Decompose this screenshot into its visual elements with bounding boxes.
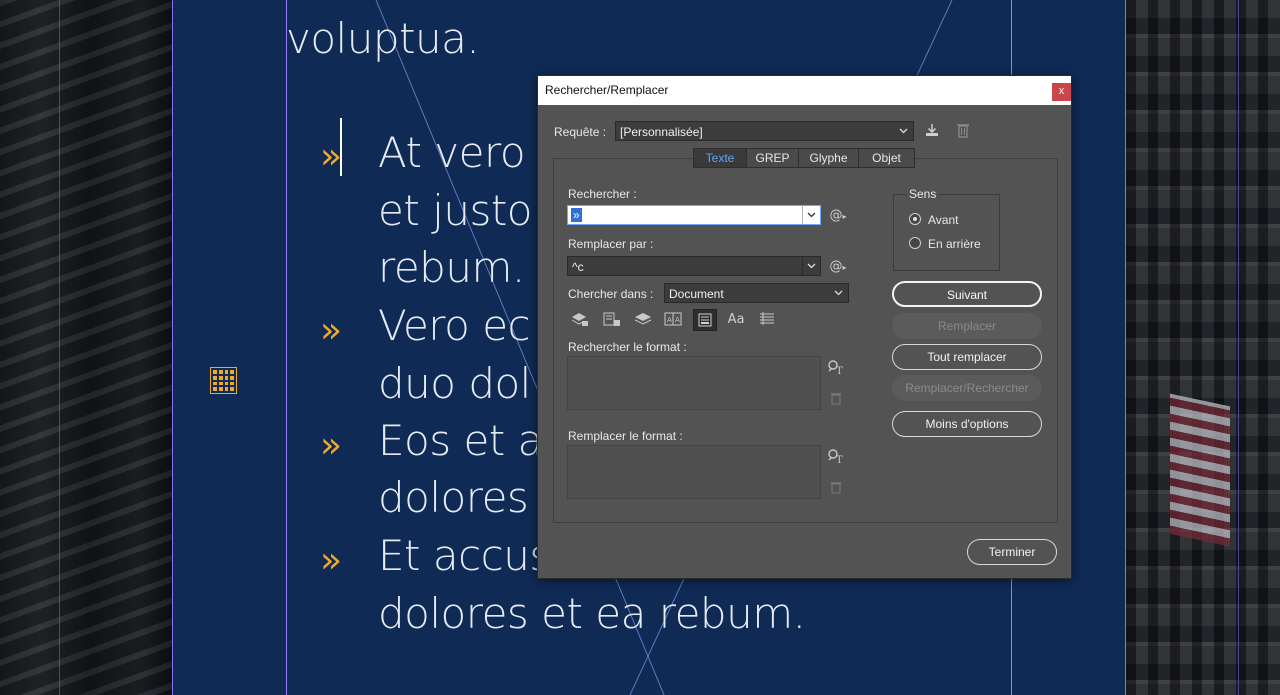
at-icon: @ bbox=[829, 208, 843, 223]
locked-layers-icon[interactable] bbox=[571, 311, 589, 329]
svg-text:T: T bbox=[836, 366, 843, 375]
bullet-glyph: » bbox=[320, 310, 343, 351]
query-select[interactable]: [Personnalisée] bbox=[615, 121, 914, 141]
doc-line: voluptua. bbox=[286, 14, 480, 63]
find-history-dropdown[interactable] bbox=[802, 206, 820, 224]
direction-forward-radio[interactable] bbox=[909, 213, 921, 225]
replace-find-button[interactable]: Remplacer/Rechercher bbox=[892, 375, 1042, 401]
find-format-label: Rechercher le format : bbox=[568, 340, 687, 354]
doc-line: Eos et a bbox=[378, 416, 543, 465]
svg-text:T: T bbox=[836, 455, 843, 464]
close-button[interactable]: x bbox=[1052, 83, 1071, 101]
find-label: Rechercher : bbox=[568, 187, 637, 201]
direction-forward-label[interactable]: Avant bbox=[928, 213, 958, 227]
trash-icon[interactable] bbox=[954, 122, 972, 140]
find-replace-dialog: Rechercher/Remplacer x Requête : [Person… bbox=[537, 75, 1072, 579]
search-in-label: Chercher dans : bbox=[568, 287, 654, 301]
hidden-layers-icon[interactable] bbox=[634, 311, 652, 329]
special-characters-replace-icon[interactable]: @▸ bbox=[829, 258, 847, 276]
replace-button[interactable]: Remplacer bbox=[892, 313, 1042, 339]
done-button[interactable]: Terminer bbox=[967, 539, 1057, 565]
replace-format-label: Remplacer le format : bbox=[568, 429, 683, 443]
clear-replace-format-icon[interactable] bbox=[827, 480, 845, 498]
specify-replace-format-icon[interactable]: T bbox=[827, 448, 845, 466]
doc-line: Vero ec bbox=[378, 301, 531, 350]
search-type-tabs: Texte GREP Glyphe Objet bbox=[693, 148, 915, 168]
doc-line: Et accus bbox=[378, 531, 551, 580]
special-characters-icon[interactable]: @▸ bbox=[829, 207, 847, 225]
bullet-glyph: » bbox=[320, 136, 343, 177]
whole-word-icon[interactable] bbox=[758, 311, 776, 329]
bullet-glyph: » bbox=[320, 540, 343, 581]
specify-find-format-icon[interactable]: T bbox=[827, 359, 845, 377]
search-in-value: Document bbox=[669, 287, 724, 301]
tab-glyphe[interactable]: Glyphe bbox=[798, 148, 859, 168]
svg-text:A: A bbox=[675, 316, 680, 324]
svg-text:A: A bbox=[667, 316, 672, 324]
doc-line: rebum. bbox=[378, 243, 525, 292]
find-value: » bbox=[571, 208, 582, 222]
fewer-options-button[interactable]: Moins d'options bbox=[892, 411, 1042, 437]
replace-all-button[interactable]: Tout remplacer bbox=[892, 344, 1042, 370]
replace-label: Remplacer par : bbox=[568, 237, 654, 251]
doc-line: dolores bbox=[378, 473, 529, 522]
tab-objet[interactable]: Objet bbox=[858, 148, 915, 168]
find-input[interactable]: » bbox=[567, 205, 821, 225]
text-cursor bbox=[340, 118, 342, 176]
locked-stories-icon[interactable] bbox=[603, 311, 621, 329]
chevron-down-icon bbox=[834, 290, 843, 296]
dialog-title: Rechercher/Remplacer bbox=[545, 83, 669, 97]
replace-value: ^c bbox=[572, 260, 584, 274]
doc-line: dolores et ea rebum. bbox=[378, 589, 806, 638]
chevron-down-icon bbox=[807, 212, 816, 218]
save-query-icon[interactable] bbox=[923, 122, 941, 140]
direction-backward-label[interactable]: En arrière bbox=[928, 237, 981, 251]
anchored-object-icon[interactable] bbox=[210, 367, 237, 394]
tab-grep[interactable]: GREP bbox=[746, 148, 799, 168]
case-sensitive-icon[interactable]: Aa bbox=[725, 311, 747, 329]
next-button[interactable]: Suivant bbox=[892, 281, 1042, 307]
replace-format-box[interactable] bbox=[567, 445, 821, 499]
find-format-box[interactable] bbox=[567, 356, 821, 410]
doc-line: et justo bbox=[378, 186, 533, 235]
chevron-down-icon bbox=[807, 263, 816, 269]
doc-line: At vero bbox=[378, 128, 526, 177]
doc-line: duo dol bbox=[378, 359, 531, 408]
replace-history-dropdown[interactable] bbox=[802, 257, 820, 275]
query-label: Requête : bbox=[554, 125, 607, 139]
dialog-titlebar[interactable]: Rechercher/Remplacer x bbox=[538, 76, 1071, 105]
direction-backward-radio[interactable] bbox=[909, 237, 921, 249]
footnotes-icon[interactable] bbox=[693, 309, 717, 331]
chevron-down-icon bbox=[899, 128, 908, 134]
at-icon: @ bbox=[829, 259, 843, 274]
master-pages-icon[interactable]: AA bbox=[664, 311, 682, 329]
search-in-select[interactable]: Document bbox=[664, 283, 849, 303]
replace-input[interactable]: ^c bbox=[567, 256, 821, 276]
bullet-glyph: » bbox=[320, 425, 343, 466]
direction-group bbox=[893, 194, 1000, 271]
tab-texte[interactable]: Texte bbox=[693, 148, 747, 168]
query-value: [Personnalisée] bbox=[620, 125, 703, 139]
direction-label: Sens bbox=[907, 187, 939, 201]
clear-find-format-icon[interactable] bbox=[827, 391, 845, 409]
